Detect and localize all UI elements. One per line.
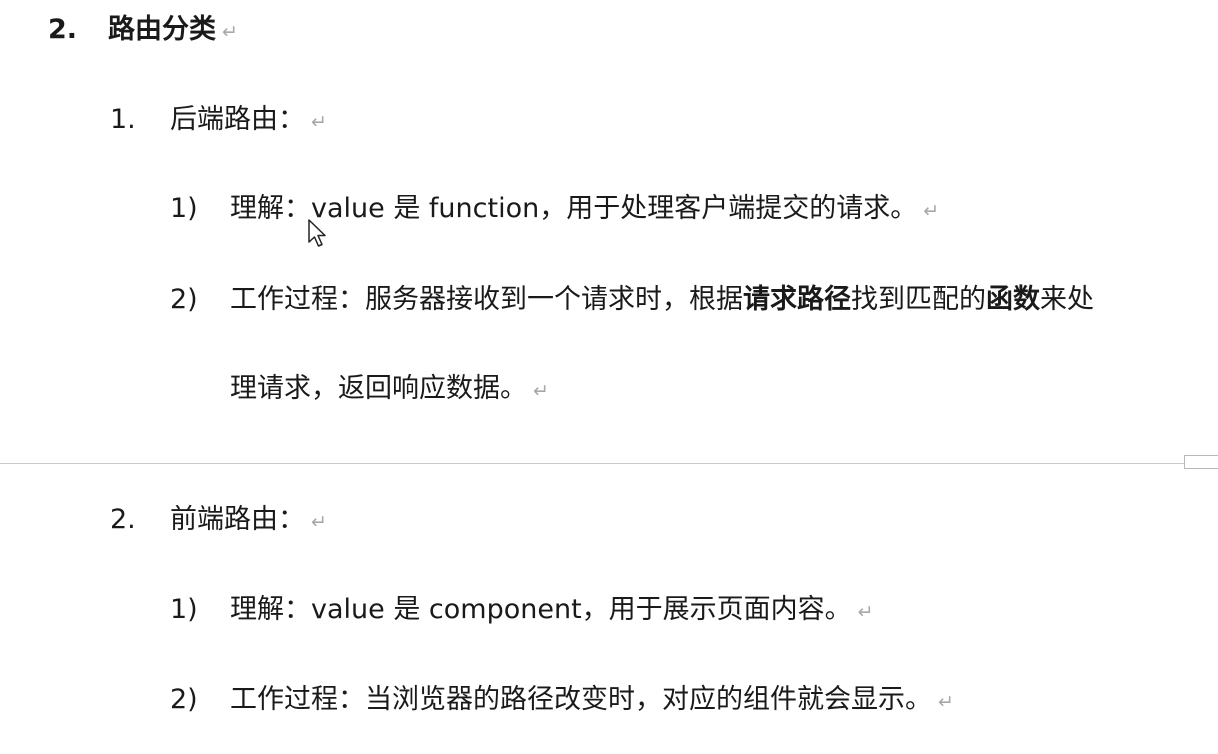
page-break-handle[interactable] [1184,455,1218,469]
paragraph-mark: ↵ [857,601,874,623]
heading-title: 路由分类 ↵ [108,10,238,52]
sublist-text: 工作过程：当浏览器的路径改变时，对应的组件就会显示。 ↵ [230,680,954,722]
paragraph-mark: ↵ [533,380,549,402]
sublist-text: 工作过程：服务器接收到一个请求时，根据请求路径找到匹配的函数来处 [230,280,1094,320]
sublist-text-part: 工作过程：服务器接收到一个请求时，根据 [230,284,743,315]
sublist-number: 1) [170,594,198,625]
sublist-text: 理解：value 是 function，用于处理客户端提交的请求。 ↵ [230,189,939,231]
paragraph-mark: ↵ [938,691,954,713]
sublist-text-content: 工作过程：当浏览器的路径改变时，对应的组件就会显示。 [230,684,932,715]
paragraph-mark: ↵ [311,511,327,533]
sublist-text-part: 找到匹配的 [851,284,986,315]
emphasis-request-path: 请求路径 [743,284,851,315]
page-break-divider [0,463,1218,464]
sublist-text-content: 理解：value 是 function，用于处理客户端提交的请求。 [230,193,918,224]
sublist-text: 理解：value 是 component，用于展示页面内容。 ↵ [230,590,874,632]
sublist-number: 1) [170,193,198,224]
list-title-text: 前端路由： [170,504,305,535]
list-title: 后端路由： ↵ [170,100,327,142]
sublist-number: 2) [170,684,198,715]
list-title: 前端路由： ↵ [170,500,327,542]
list-title-text: 后端路由： [170,104,305,135]
list-number: 1. [110,104,136,135]
paragraph-mark: ↵ [311,111,327,133]
paragraph-mark: ↵ [923,200,940,222]
sublist-text-content: 理解：value 是 component，用于展示页面内容。 [230,594,852,625]
sublist-number: 2) [170,284,198,315]
emphasis-function: 函数 [986,284,1040,315]
mouse-pointer-icon [308,219,326,247]
heading-number: 2. [48,14,78,45]
list-number: 2. [110,504,136,535]
sublist-text: 理请求，返回响应数据。 ↵ [230,369,549,411]
sublist-text-content: 理请求，返回响应数据。 [230,373,527,404]
heading-title-text: 路由分类 [108,14,216,45]
sublist-text-part: 来处 [1040,284,1094,315]
paragraph-mark: ↵ [222,21,238,43]
